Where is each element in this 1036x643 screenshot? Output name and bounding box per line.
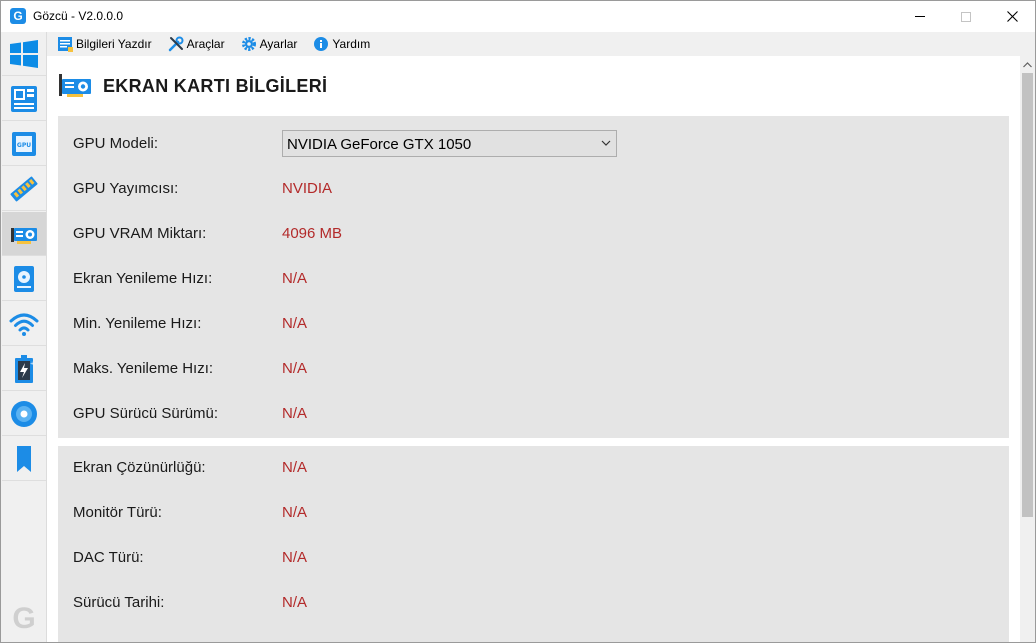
app-window: G Gözcü - V2.0.0.0 GPU + G Bilgileri Yaz… bbox=[0, 0, 1036, 643]
menu-tools[interactable]: Araçlar bbox=[168, 33, 225, 55]
chevron-down-icon bbox=[601, 140, 611, 146]
info-value: N/A bbox=[282, 504, 308, 521]
gpu-model-label: GPU Modeli: bbox=[73, 135, 159, 152]
info-row: GPU Sürücü Sürümü: N/A bbox=[58, 401, 1009, 425]
tools-icon bbox=[168, 36, 184, 52]
maximize-icon bbox=[961, 11, 971, 22]
gpu-model-selected: NVIDIA GeForce GTX 1050 bbox=[287, 136, 472, 153]
info-value: N/A bbox=[282, 360, 308, 377]
sidebar: GPU + G bbox=[1, 32, 47, 642]
info-value: N/A bbox=[282, 315, 308, 332]
bookmark-icon bbox=[17, 445, 31, 472]
window-title: Gözcü - V2.0.0.0 bbox=[33, 9, 124, 23]
info-value: N/A bbox=[282, 594, 308, 611]
info-label: GPU VRAM Miktarı: bbox=[73, 225, 207, 242]
main-panel: EKRAN KARTI BİLGİLERİ GPU Modeli: NVIDIA… bbox=[47, 56, 1020, 642]
info-icon bbox=[314, 37, 329, 51]
info-value: N/A bbox=[282, 405, 308, 422]
info-label: DAC Türü: bbox=[73, 549, 144, 566]
menu-settings-label: Ayarlar bbox=[259, 37, 298, 51]
sidebar-item-motherboard[interactable] bbox=[2, 77, 46, 121]
title-bar: G Gözcü - V2.0.0.0 bbox=[1, 1, 1035, 32]
app-logo-icon: G bbox=[10, 8, 26, 24]
windows-icon bbox=[10, 39, 38, 68]
close-button[interactable] bbox=[989, 1, 1035, 32]
ram-icon bbox=[10, 176, 38, 201]
gpu-info-section: GPU Modeli: NVIDIA GeForce GTX 1050 GPU … bbox=[58, 116, 1009, 438]
close-icon bbox=[1006, 11, 1018, 22]
disc-icon bbox=[11, 400, 37, 427]
gpu-model-dropdown[interactable]: NVIDIA GeForce GTX 1050 bbox=[282, 130, 617, 157]
info-label: Ekran Yenileme Hızı: bbox=[73, 270, 213, 287]
menu-print-report-label: Bilgileri Yazdır bbox=[76, 37, 152, 51]
scroll-up-button[interactable] bbox=[1020, 56, 1035, 73]
info-value: N/A bbox=[282, 549, 308, 566]
info-label: GPU Yayımcısı: bbox=[73, 180, 179, 197]
info-label: Sürücü Tarihi: bbox=[73, 594, 165, 611]
sidebar-item-bookmark[interactable] bbox=[2, 437, 46, 481]
info-label: Maks. Yenileme Hızı: bbox=[73, 360, 214, 377]
sidebar-item-ram[interactable] bbox=[2, 167, 46, 211]
gpu-icon bbox=[11, 227, 37, 244]
sidebar-item-disc[interactable] bbox=[2, 392, 46, 436]
sidebar-item-gpu[interactable] bbox=[2, 212, 46, 256]
gpu-icon bbox=[59, 74, 91, 97]
info-row: Ekran Yenileme Hızı: N/A bbox=[58, 266, 1009, 290]
sidebar-item-cpu[interactable]: GPU bbox=[2, 122, 46, 166]
menu-help[interactable]: Yardım bbox=[313, 33, 370, 55]
menu-print-report[interactable]: Bilgileri Yazdır bbox=[57, 33, 152, 55]
info-row: GPU VRAM Miktarı: 4096 MB bbox=[58, 221, 1009, 245]
info-row: Ekran Çözünürlüğü: N/A bbox=[58, 455, 1009, 479]
print-report-icon bbox=[58, 37, 73, 52]
display-info-section: Ekran Çözünürlüğü: N/A Monitör Türü: N/A… bbox=[58, 446, 1009, 642]
sidebar-item-disk[interactable] bbox=[2, 257, 46, 301]
info-label: Ekran Çözünürlüğü: bbox=[73, 459, 206, 476]
maximize-button[interactable] bbox=[943, 1, 989, 32]
info-row: Monitör Türü: N/A bbox=[58, 500, 1009, 524]
info-row: GPU Yayımcısı: NVIDIA bbox=[58, 176, 1009, 200]
scrollbar-thumb[interactable] bbox=[1022, 73, 1033, 517]
wifi-icon bbox=[9, 313, 39, 336]
sidebar-item-wifi[interactable] bbox=[2, 302, 46, 346]
vertical-scrollbar[interactable] bbox=[1020, 56, 1035, 642]
menu-tools-label: Araçlar bbox=[186, 37, 225, 51]
info-label: Monitör Türü: bbox=[73, 504, 162, 521]
chevron-up-icon bbox=[1023, 61, 1032, 67]
info-row: Min. Yenileme Hızı: N/A bbox=[58, 311, 1009, 335]
battery-icon: + bbox=[15, 354, 34, 383]
info-value: NVIDIA bbox=[282, 180, 333, 197]
menu-bar: Bilgileri Yazdır Araçlar Ayarlar Yardım bbox=[47, 32, 1035, 56]
menu-settings[interactable]: Ayarlar bbox=[241, 33, 298, 55]
info-value: N/A bbox=[282, 270, 308, 287]
info-row: DAC Türü: N/A bbox=[58, 545, 1009, 569]
info-row: Sürücü Tarihi: N/A bbox=[58, 590, 1009, 614]
gear-icon bbox=[241, 37, 256, 51]
svg-text:+: + bbox=[30, 361, 34, 367]
sidebar-item-battery[interactable]: + bbox=[2, 347, 46, 391]
motherboard-icon bbox=[11, 85, 37, 112]
menu-help-label: Yardım bbox=[332, 37, 371, 51]
svg-text:GPU: GPU bbox=[17, 142, 31, 149]
brand-watermark-logo: G bbox=[12, 602, 36, 635]
minimize-button[interactable] bbox=[897, 1, 943, 32]
cpu-icon: GPU bbox=[12, 131, 36, 156]
info-label: Min. Yenileme Hızı: bbox=[73, 315, 202, 332]
sidebar-item-windows[interactable] bbox=[2, 32, 46, 76]
disk-icon bbox=[14, 265, 34, 292]
page-header: EKRAN KARTI BİLGİLERİ bbox=[57, 71, 327, 101]
info-value: 4096 MB bbox=[282, 225, 343, 242]
minimize-icon bbox=[915, 16, 925, 17]
info-label: GPU Sürücü Sürümü: bbox=[73, 405, 219, 422]
page-title: EKRAN KARTI BİLGİLERİ bbox=[103, 75, 328, 96]
info-value: N/A bbox=[282, 459, 308, 476]
info-row: Maks. Yenileme Hızı: N/A bbox=[58, 356, 1009, 380]
